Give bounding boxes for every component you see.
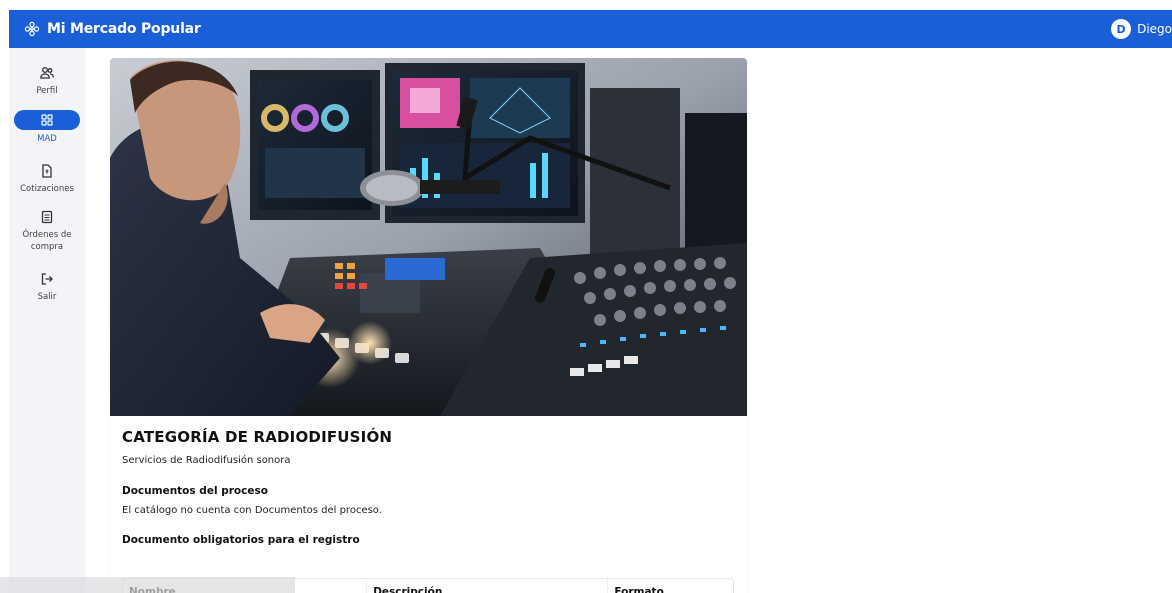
required-docs-title: Documento obligatorios para el registro	[122, 534, 360, 546]
sidebar-item-salir[interactable]: Salir	[9, 270, 85, 303]
logout-icon	[38, 270, 56, 288]
sidebar-item-cotizaciones[interactable]: Cotizaciones	[9, 162, 85, 195]
sidebar-item-label: Perfil	[36, 86, 58, 96]
users-icon	[38, 64, 56, 82]
sidebar-item-label: Cotizaciones	[20, 184, 74, 194]
user-name: Diego	[1137, 22, 1172, 36]
sidebar: Perfil MAD Cotizaciones Órdenes de compr…	[9, 48, 85, 593]
brand[interactable]: Mi Mercado Popular	[23, 20, 201, 38]
main-content: CATEGORÍA DE RADIODIFUSIÓN Servicios de …	[85, 48, 1172, 593]
top-bar: Mi Mercado Popular D Diego	[9, 10, 1172, 48]
app-title: Mi Mercado Popular	[47, 21, 201, 37]
sidebar-item-perfil[interactable]: Perfil	[9, 64, 85, 97]
sidebar-item-ordenes[interactable]: Órdenes de compra	[9, 208, 85, 253]
document-icon	[38, 162, 56, 180]
avatar[interactable]: D	[1111, 19, 1132, 39]
app-screen: Mi Mercado Popular D Diego Perfil MAD Co…	[0, 0, 1172, 593]
category-subtitle: Servicios de Radiodifusión sonora	[122, 455, 291, 466]
column-header-descripcion: Descripción	[366, 579, 607, 593]
sidebar-item-label: MAD	[37, 134, 57, 144]
category-info: CATEGORÍA DE RADIODIFUSIÓN Servicios de …	[122, 428, 737, 546]
horizontal-scrollbar[interactable]	[0, 577, 295, 593]
sidebar-item-mad[interactable]: MAD	[9, 110, 85, 145]
docs-section-text: El catálogo no cuenta con Documentos del…	[122, 505, 382, 516]
logo-icon	[24, 21, 40, 37]
sidebar-item-label: Salir	[37, 292, 57, 302]
hero-image	[110, 58, 747, 416]
category-card: CATEGORÍA DE RADIODIFUSIÓN Servicios de …	[110, 58, 747, 593]
docs-section-title: Documentos del proceso	[122, 485, 268, 497]
user-menu[interactable]: D Diego	[1111, 10, 1172, 48]
column-header-formato: Formato	[607, 579, 733, 593]
active-pill	[14, 110, 80, 130]
sidebar-item-label: Órdenes de compra	[22, 230, 72, 252]
receipt-icon	[38, 208, 56, 226]
grid-icon	[41, 114, 53, 126]
category-title: CATEGORÍA DE RADIODIFUSIÓN	[122, 428, 393, 446]
